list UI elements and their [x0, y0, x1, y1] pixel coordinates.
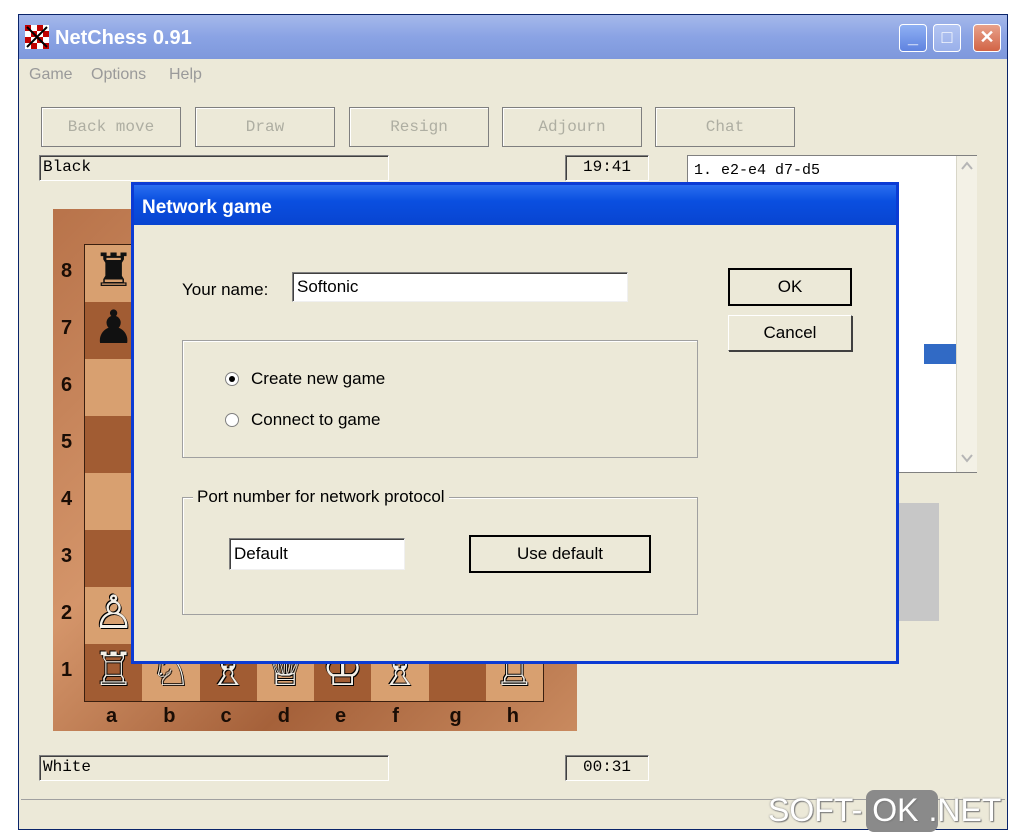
cancel-button[interactable]: Cancel: [728, 315, 852, 351]
use-default-button[interactable]: Use default: [469, 535, 651, 573]
name-input[interactable]: [292, 272, 628, 302]
maximize-button[interactable]: □: [933, 24, 961, 52]
port-group: Port number for network protocol Use def…: [182, 487, 698, 615]
rank-label: 5: [61, 431, 73, 453]
dialog-title: Network game: [142, 197, 272, 218]
draw-button[interactable]: Draw: [195, 107, 335, 147]
dialog-title-bar[interactable]: Network game: [134, 185, 896, 225]
window-title: NetChess 0.91: [55, 27, 192, 49]
resign-button[interactable]: Resign: [349, 107, 489, 147]
black-clock: 19:41: [565, 155, 649, 181]
create-game-radio[interactable]: [225, 372, 239, 386]
file-label: c: [220, 705, 232, 727]
rank-label: 4: [61, 488, 73, 510]
watermark-right: .NET: [928, 792, 1002, 828]
ok-button[interactable]: OK: [728, 268, 852, 306]
white-clock: 00:31: [565, 755, 649, 781]
rank-label: 1: [61, 659, 73, 681]
rank-label: 6: [61, 374, 73, 396]
file-label: a: [106, 705, 118, 727]
file-label: b: [163, 705, 176, 727]
back-move-button[interactable]: Back move: [41, 107, 181, 147]
file-label: g: [449, 705, 462, 727]
minimize-button[interactable]: _: [899, 24, 927, 52]
watermark-left: SOFT-: [768, 792, 863, 828]
connect-game-radio[interactable]: [225, 413, 239, 427]
chat-button[interactable]: Chat: [655, 107, 795, 147]
chess-board-app-icon: [25, 25, 49, 49]
game-mode-group: Create new game Connect to game: [182, 340, 698, 458]
port-group-label: Port number for network protocol: [193, 487, 449, 507]
file-label: e: [335, 705, 347, 727]
network-game-dialog: Network game Your name: OK Cancel Create…: [131, 182, 899, 664]
rank-label: 7: [61, 317, 73, 339]
watermark-box-text: OK: [872, 792, 919, 828]
move-list-selection: [924, 344, 960, 364]
radio-selected-dot: [229, 376, 235, 382]
close-button[interactable]: ✕: [973, 24, 1001, 52]
move-list-item[interactable]: 1. e2-e4 d7-d5: [694, 162, 820, 179]
connect-game-label[interactable]: Connect to game: [251, 410, 380, 430]
file-label: f: [392, 705, 399, 727]
scroll-up-icon[interactable]: [960, 160, 974, 172]
title-bar[interactable]: NetChess 0.91 _ □ ✕: [19, 15, 1007, 59]
rank-label: 3: [61, 545, 73, 567]
move-list-scrollbar[interactable]: [956, 156, 977, 472]
port-input[interactable]: [229, 538, 405, 570]
file-label: d: [277, 705, 290, 727]
create-game-label[interactable]: Create new game: [251, 369, 385, 389]
adjourn-button[interactable]: Adjourn: [502, 107, 642, 147]
white-player-name: White: [39, 755, 389, 781]
menu-help[interactable]: Help: [169, 66, 202, 84]
menu-options[interactable]: Options: [91, 66, 146, 84]
menu-bar: Game Options Help: [19, 61, 1007, 89]
file-label: h: [506, 705, 519, 727]
black-player-name: Black: [39, 155, 389, 181]
scroll-down-icon[interactable]: [960, 452, 974, 464]
rank-label: 2: [61, 602, 73, 624]
menu-game[interactable]: Game: [29, 66, 73, 84]
watermark: SOFT- OK .NET: [768, 792, 1001, 829]
rank-label: 8: [61, 260, 73, 282]
name-label: Your name:: [182, 280, 269, 299]
